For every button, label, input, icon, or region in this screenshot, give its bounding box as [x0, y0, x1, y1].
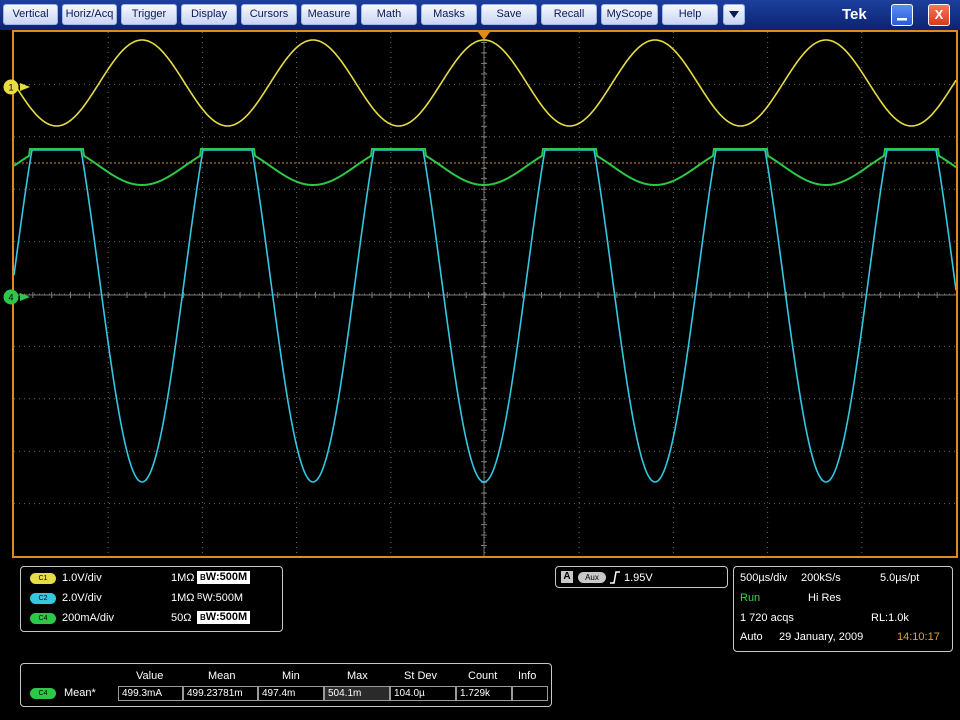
chevron-down-icon: [729, 11, 739, 18]
acquisition-state: Run: [740, 592, 761, 604]
trigger-source-badge: Aux: [578, 572, 606, 583]
brand-logo: Tek: [842, 6, 867, 23]
point-interval: 5.0µs/pt: [880, 572, 920, 584]
bandwidth-value: W:500M: [202, 592, 244, 604]
channel-2-scale[interactable]: 2.0V/div: [62, 592, 102, 604]
rising-edge-icon: [610, 571, 620, 584]
measurement-mean: 499.23781m: [183, 686, 258, 701]
save-menu-button[interactable]: Save: [481, 4, 537, 25]
vertical-menu-button[interactable]: Vertical: [3, 4, 58, 25]
minimize-button[interactable]: [891, 4, 913, 26]
measurement-value: 499.3mA: [118, 686, 183, 701]
date-display: 29 January, 2009: [779, 631, 864, 643]
sample-rate: 200kS/s: [801, 572, 841, 584]
channel-1-marker-label: 1: [8, 83, 13, 93]
header-mean: Mean: [208, 670, 236, 682]
channel-2-badge[interactable]: C2: [30, 593, 56, 604]
header-max: Max: [347, 670, 368, 682]
acquisition-count: 1 720 acqs: [740, 612, 794, 624]
time-per-division: 500µs/div: [740, 572, 788, 584]
channel-4-badge[interactable]: C4: [30, 613, 56, 624]
bandwidth-value: W:500M: [205, 611, 248, 623]
channel-4-impedance: 50Ω: [171, 612, 192, 624]
trigger-mode: Auto: [740, 631, 763, 643]
trigger-position-icon[interactable]: [478, 32, 490, 40]
waveform-display: [14, 32, 956, 556]
measurement-info: [512, 686, 548, 701]
channel-4-marker[interactable]: 4: [2, 288, 36, 306]
measurement-source-badge[interactable]: C4: [30, 688, 56, 699]
masks-menu-button[interactable]: Masks: [421, 4, 477, 25]
header-min: Min: [282, 670, 300, 682]
measure-menu-button[interactable]: Measure: [301, 4, 357, 25]
channel-1-scale[interactable]: 1.0V/div: [62, 572, 102, 584]
recall-menu-button[interactable]: Recall: [541, 4, 597, 25]
channel-1-bandwidth[interactable]: BW:500M: [197, 571, 251, 584]
channel-2-impedance: 1MΩ: [171, 592, 195, 604]
trigger-level: 1.95V: [624, 572, 653, 584]
measurement-min: 497.4m: [258, 686, 324, 701]
acquisition-mode: Hi Res: [808, 592, 842, 604]
record-length: RL:1.0k: [871, 612, 909, 624]
channel-4-marker-label: 4: [8, 293, 13, 303]
math-menu-button[interactable]: Math: [361, 4, 417, 25]
cursors-menu-button[interactable]: Cursors: [241, 4, 297, 25]
channel-1-marker[interactable]: 1: [2, 78, 36, 96]
measurement-type[interactable]: Mean*: [64, 687, 96, 699]
channel-1-badge[interactable]: C1: [30, 573, 56, 584]
bandwidth-value: W:500M: [205, 571, 248, 583]
channel-2-bandwidth[interactable]: BW:500M: [197, 592, 243, 604]
help-menu-button[interactable]: Help: [662, 4, 718, 25]
minimize-icon: [897, 18, 907, 21]
header-value: Value: [136, 670, 164, 682]
header-info: Info: [518, 670, 537, 682]
measurement-max: 504.1m: [324, 686, 390, 701]
header-count: Count: [468, 670, 498, 682]
trigger-a-badge: A: [561, 571, 573, 583]
display-menu-button[interactable]: Display: [181, 4, 237, 25]
trigger-menu-button[interactable]: Trigger: [121, 4, 177, 25]
header-std-dev: St Dev: [404, 670, 438, 682]
menu-bar: Vertical Horiz/Acq Trigger Display Curso…: [0, 0, 960, 30]
horiz-acq-menu-button[interactable]: Horiz/Acq: [62, 4, 117, 25]
channel-4-scale[interactable]: 200mA/div: [62, 612, 114, 624]
measurement-std-dev: 104.0µ: [390, 686, 456, 701]
myscope-menu-button[interactable]: MyScope: [601, 4, 658, 25]
menu-dropdown-button[interactable]: [723, 4, 745, 25]
channel-1-impedance: 1MΩ: [171, 572, 195, 584]
time-display: 14:10:17: [897, 631, 940, 643]
measurement-count: 1.729k: [456, 686, 512, 701]
close-button[interactable]: X: [928, 4, 950, 26]
graticule-grid: [14, 32, 956, 556]
channel-4-bandwidth[interactable]: BW:500M: [197, 611, 251, 624]
